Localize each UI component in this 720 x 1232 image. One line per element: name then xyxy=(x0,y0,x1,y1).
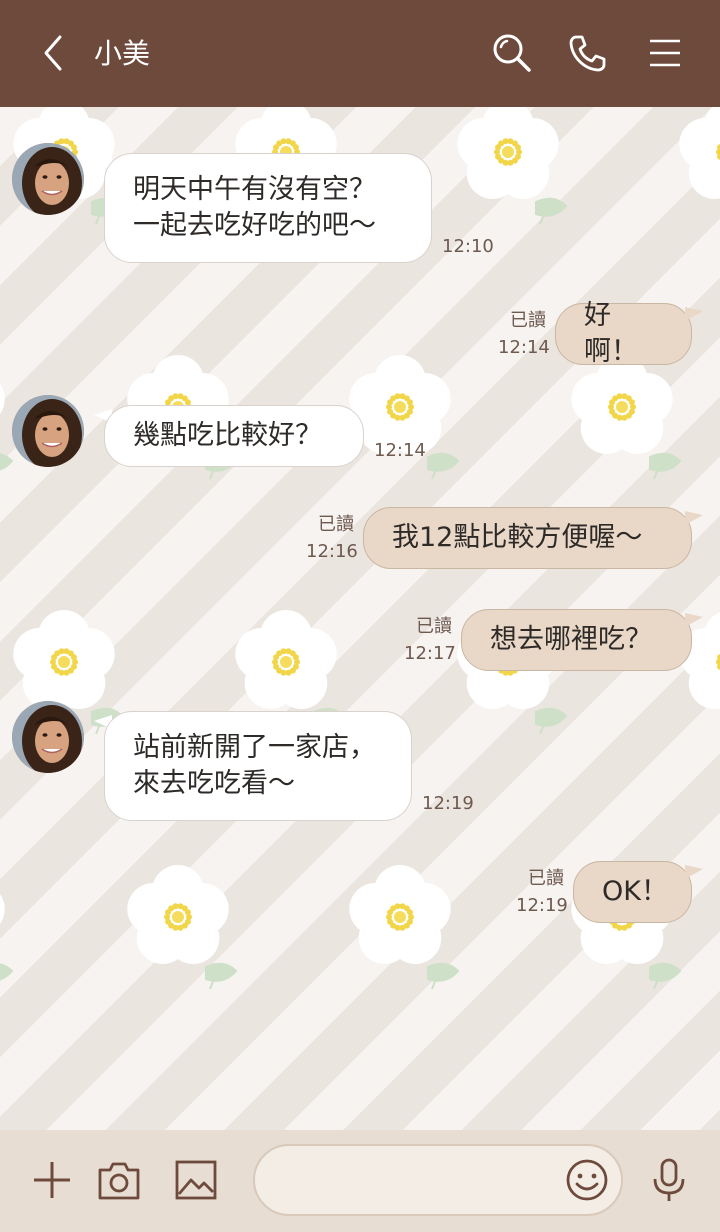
contact-avatar[interactable] xyxy=(12,395,84,467)
read-receipt: 已讀 xyxy=(528,868,564,889)
image-icon[interactable] xyxy=(173,1157,219,1203)
search-icon[interactable] xyxy=(489,29,535,77)
outgoing-message[interactable]: 想去哪裡吃？ xyxy=(461,609,692,671)
contact-avatar[interactable] xyxy=(12,701,84,773)
incoming-message[interactable]: 站前新開了一家店， 來去吃吃看～ xyxy=(104,711,412,821)
message-time: 12:19 xyxy=(422,793,474,814)
bubble-tail xyxy=(685,307,703,321)
outgoing-message[interactable]: 我12點比較方便喔～ xyxy=(363,507,692,569)
outgoing-message[interactable]: 好啊！ xyxy=(555,300,692,367)
message-text: 幾點吃比較好？ xyxy=(133,420,322,451)
message-time: 12:19 xyxy=(516,895,568,916)
chat-area[interactable]: 明天中午有沒有空？ 一起去吃好吃的吧～ 12:10 已讀 12:14 好啊！ 幾… xyxy=(0,107,720,1130)
message-text: 我12點比較方便喔～ xyxy=(392,522,643,553)
flower-decoration xyxy=(0,894,14,981)
flower-decoration xyxy=(0,384,14,471)
bubble-tail xyxy=(685,613,703,627)
message-time: 12:16 xyxy=(306,541,358,562)
emoji-icon[interactable] xyxy=(564,1157,610,1203)
message-time: 12:14 xyxy=(374,440,426,461)
microphone-icon[interactable] xyxy=(646,1157,692,1203)
message-time: 12:17 xyxy=(404,643,456,664)
back-icon[interactable] xyxy=(30,29,76,77)
chat-app: 小美 明天中午有沒有空？ 一起去吃好吃的吧～ 12:10 已讀 12:14 好啊… xyxy=(0,0,720,1232)
bubble-tail xyxy=(685,511,703,525)
read-receipt: 已讀 xyxy=(318,514,354,535)
read-receipt: 已讀 xyxy=(510,310,546,331)
incoming-message[interactable]: 幾點吃比較好？ xyxy=(104,405,364,467)
message-text: 想去哪裡吃？ xyxy=(490,624,652,655)
flower-decoration xyxy=(349,865,460,990)
flower-decoration xyxy=(457,107,568,225)
message-text: 站前新開了一家店， 來去吃吃看～ xyxy=(133,732,376,799)
chat-title: 小美 xyxy=(94,37,151,70)
flower-decoration xyxy=(127,865,238,990)
flower-decoration xyxy=(571,355,682,480)
outgoing-message[interactable]: OK！ xyxy=(573,861,692,923)
header-bar: 小美 xyxy=(0,0,720,107)
message-text: 明天中午有沒有空？ 一起去吃好吃的吧～ xyxy=(133,174,376,241)
plus-icon[interactable] xyxy=(29,1157,75,1203)
bubble-tail xyxy=(685,865,703,879)
message-text: OK！ xyxy=(602,876,668,907)
read-receipt: 已讀 xyxy=(416,616,452,637)
flower-decoration xyxy=(679,107,720,200)
message-time: 12:10 xyxy=(442,236,494,257)
menu-icon[interactable] xyxy=(642,29,688,77)
message-time: 12:14 xyxy=(498,337,550,358)
camera-icon[interactable] xyxy=(96,1157,142,1203)
incoming-message[interactable]: 明天中午有沒有空？ 一起去吃好吃的吧～ xyxy=(104,153,432,263)
phone-icon[interactable] xyxy=(564,29,610,77)
contact-avatar[interactable] xyxy=(12,143,84,215)
message-text: 好啊！ xyxy=(584,300,638,367)
